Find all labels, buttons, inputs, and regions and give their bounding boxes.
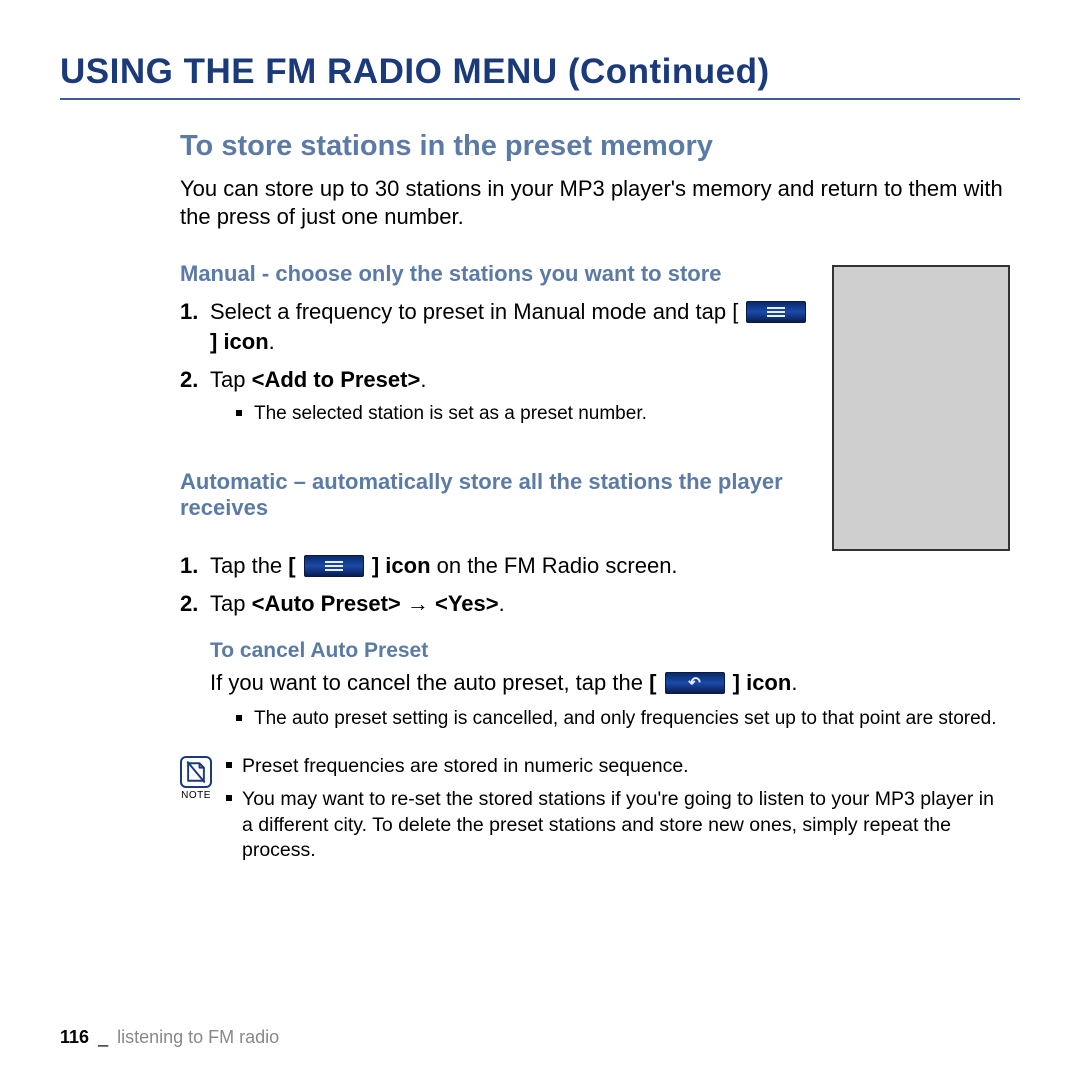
text: .	[499, 591, 505, 616]
content-area: To store stations in the preset memory Y…	[60, 130, 1020, 871]
note-item: Preset frequencies are stored in numeric…	[226, 754, 1010, 779]
cancel-line: If you want to cancel the auto preset, t…	[180, 669, 1010, 698]
page-footer: 116 _ listening to FM radio	[60, 1027, 279, 1048]
back-icon: ↶	[665, 672, 725, 694]
text: [	[288, 553, 295, 578]
auto-steps: Tap the [ ] icon on the FM Radio screen.…	[180, 551, 1010, 618]
note-block: NOTE Preset frequencies are stored in nu…	[180, 754, 1010, 871]
text: <Add to Preset>	[252, 367, 421, 392]
section-heading: To store stations in the preset memory	[180, 130, 1010, 163]
text: ] icon	[733, 670, 792, 695]
page-title: USING THE FM RADIO MENU (Continued)	[60, 52, 1020, 100]
device-screenshot-placeholder	[832, 265, 1010, 551]
manual-step-2: Tap <Add to Preset>. The selected statio…	[180, 365, 810, 427]
text: ] icon	[210, 329, 269, 354]
note-icon	[180, 756, 212, 788]
page-number: 116	[60, 1027, 89, 1047]
auto-step-1: Tap the [ ] icon on the FM Radio screen.	[180, 551, 1010, 581]
manual-step-1: Select a frequency to preset in Manual m…	[180, 297, 810, 356]
manual-bullet: The selected station is set as a preset …	[236, 402, 810, 427]
text: ] icon	[372, 553, 431, 578]
note-item: You may want to re-set the stored statio…	[226, 787, 1010, 863]
cancel-bullet: The auto preset setting is cancelled, an…	[236, 707, 1010, 732]
text: Tap	[210, 591, 252, 616]
menu-icon	[746, 301, 806, 323]
text: Tap	[210, 367, 252, 392]
manual-sublist: The selected station is set as a preset …	[210, 402, 810, 427]
manual-heading: Manual - choose only the stations you wa…	[180, 261, 810, 287]
text: .	[420, 367, 426, 392]
text: If you want to cancel the auto preset, t…	[210, 670, 649, 695]
text: Tap the	[210, 553, 288, 578]
text: [	[649, 670, 656, 695]
text: Select a frequency to preset in Manual m…	[210, 299, 738, 324]
manual-steps: Select a frequency to preset in Manual m…	[180, 297, 810, 427]
auto-step-2: Tap <Auto Preset> → <Yes>.	[180, 589, 1010, 619]
cancel-sublist: The auto preset setting is cancelled, an…	[180, 707, 1010, 732]
section-intro: You can store up to 30 stations in your …	[180, 175, 1010, 231]
note-icon-wrap: NOTE	[180, 756, 212, 801]
menu-icon	[304, 555, 364, 577]
text: .	[269, 329, 275, 354]
note-list: Preset frequencies are stored in numeric…	[226, 754, 1010, 871]
cancel-heading: To cancel Auto Preset	[180, 639, 1010, 663]
text: .	[791, 670, 797, 695]
footer-section: listening to FM radio	[117, 1027, 279, 1047]
footer-separator: _	[98, 1027, 108, 1047]
text: on the FM Radio screen.	[431, 553, 678, 578]
note-label: NOTE	[181, 790, 211, 801]
text: <Auto Preset> → <Yes>	[252, 591, 499, 616]
auto-heading: Automatic – automatically store all the …	[180, 469, 810, 521]
